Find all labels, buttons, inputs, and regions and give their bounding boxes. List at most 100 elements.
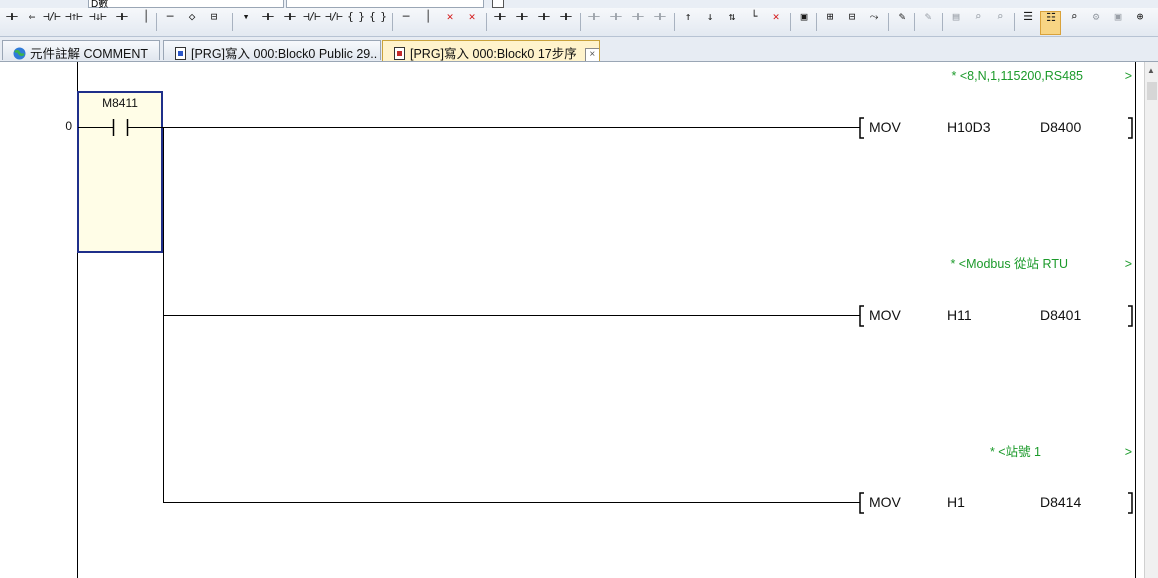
toolbar-separator xyxy=(790,13,791,31)
instruction-operand-2[interactable]: D8401 xyxy=(1040,307,1081,323)
rise-contact-icon[interactable]: ⊣↑⊢ xyxy=(64,11,83,33)
saf7-contact-icon[interactable]: ⊣⊢ xyxy=(628,11,647,33)
program-file-icon xyxy=(174,47,187,60)
rung-3: * <站號 1 > MOV H1 D8414 xyxy=(164,444,1133,514)
f6-contact-icon[interactable]: ⊣/⊢ xyxy=(302,11,321,33)
toolbar-separator xyxy=(1014,13,1015,31)
toolbar-separator xyxy=(914,13,915,31)
parallel-contact-icon[interactable]: ⊣⊢ xyxy=(112,11,131,33)
toolbar-separator xyxy=(888,13,889,31)
comment-edit-icon[interactable]: ✎ xyxy=(918,11,937,33)
rung-comment: * <8,N,1,115200,RS485 xyxy=(952,69,1084,83)
top-toolbar-strip: D數 xyxy=(0,0,1158,8)
jump-icon[interactable]: ⤳ xyxy=(864,11,883,33)
input-contact-icon[interactable]: ⊣⊢ xyxy=(2,11,21,33)
af8-contact-icon[interactable]: ⊣⊢ xyxy=(556,11,575,33)
cf9-delete-icon[interactable]: ✕ xyxy=(440,11,459,33)
saf6-contact-icon[interactable]: ⊣⊢ xyxy=(606,11,625,33)
instruction-operand-2[interactable]: D8400 xyxy=(1040,119,1081,135)
instruction-operand-1[interactable]: H10D3 xyxy=(947,119,991,135)
f10-line-icon[interactable]: └ xyxy=(744,11,763,33)
sf6-contact-icon[interactable]: ⊣/⊢ xyxy=(324,11,343,33)
insert-rung-icon[interactable]: ⊞ xyxy=(820,11,839,33)
globe-icon xyxy=(13,47,26,60)
vertical-line-icon[interactable]: │ xyxy=(136,11,155,33)
ladder-view-icon[interactable]: ☰ xyxy=(1018,11,1037,33)
ladder-editor[interactable]: 0 M8411 * <8,N,1,115200,RS485 > MOV H10D… xyxy=(0,62,1158,578)
instruction-left-bracket xyxy=(859,117,864,139)
toolbar-overflow-icon[interactable]: ▾ xyxy=(236,11,255,33)
tab-public-program-label: [PRG]寫入 000:Block0 Public 29.. xyxy=(191,47,378,60)
tab-comment[interactable]: 元件註解 COMMENT xyxy=(2,40,160,60)
close-icon[interactable]: × xyxy=(584,48,599,61)
toolbar-separator xyxy=(232,13,233,31)
delete-rung-icon[interactable]: ⊟ xyxy=(842,11,861,33)
tab-comment-label: 元件註解 COMMENT xyxy=(30,47,149,60)
toolbar-separator xyxy=(674,13,675,31)
comment-view-icon[interactable]: ☷ xyxy=(1040,11,1061,35)
fall-contact-icon[interactable]: ⊣↓⊢ xyxy=(88,11,107,33)
instruction-operand-2[interactable]: D8414 xyxy=(1040,494,1081,510)
rung-comment-end: > xyxy=(1125,445,1132,459)
print-icon[interactable]: ▣ xyxy=(1108,11,1127,33)
zoom-icon[interactable]: ⊕ xyxy=(1130,11,1149,33)
checkbox-icon[interactable] xyxy=(492,0,504,8)
sf9-line-icon[interactable]: │ xyxy=(418,11,437,33)
saf8-contact-icon[interactable]: ⊣⊢ xyxy=(650,11,669,33)
scrollbar-thumb[interactable] xyxy=(1147,82,1157,100)
instruction-operand-1[interactable]: H1 xyxy=(947,494,965,510)
rung-2: * <Modbus 從站 RTU > MOV H11 D8401 xyxy=(164,257,1133,327)
toolbar-separator xyxy=(580,13,581,31)
document-icon[interactable]: ▤ xyxy=(946,11,965,33)
tab-active-program[interactable]: [PRG]寫入 000:Block0 17步序 × xyxy=(382,40,600,61)
coil-icon[interactable]: ◇ xyxy=(182,11,201,33)
find-next-icon[interactable]: ⌕ xyxy=(990,11,1009,33)
instruction-right-bracket xyxy=(1128,492,1133,514)
af9-delete-icon[interactable]: ✕ xyxy=(766,11,785,33)
f7-coil-icon[interactable]: { } xyxy=(346,11,365,33)
af7-contact-icon[interactable]: ⊣⊢ xyxy=(534,11,553,33)
f9-line-icon[interactable]: ─ xyxy=(396,11,415,33)
rung-comment: * <Modbus 從站 RTU xyxy=(950,257,1068,271)
function-block-icon[interactable]: ⊟ xyxy=(204,11,223,33)
output-coil-icon[interactable]: ⇐ xyxy=(22,11,41,33)
toolbar-separator xyxy=(156,13,157,31)
instruction-right-bracket xyxy=(1128,305,1133,327)
device-list-icon[interactable]: ▣ xyxy=(794,11,813,33)
program-file-icon xyxy=(393,47,406,60)
horizontal-line-icon[interactable]: ─ xyxy=(160,11,179,33)
saf5-contact-icon[interactable]: ⊣⊢ xyxy=(584,11,603,33)
tab-public-program[interactable]: [PRG]寫入 000:Block0 Public 29.. xyxy=(163,40,381,60)
find-icon[interactable]: ⌕ xyxy=(968,11,987,33)
device-combo[interactable]: D數 xyxy=(88,0,284,8)
device-input[interactable] xyxy=(286,0,484,8)
rung-comment: * <站號 1 xyxy=(990,444,1041,459)
monitor-icon[interactable]: ⌕ xyxy=(1064,11,1083,33)
settings-icon[interactable]: ⚙ xyxy=(1086,11,1105,33)
selected-cell-cursor[interactable] xyxy=(77,91,163,253)
f8-instruction-icon[interactable]: { } xyxy=(368,11,387,33)
instruction-operand-1[interactable]: H11 xyxy=(947,307,972,323)
af5-rise-icon[interactable]: ↑ xyxy=(678,11,697,33)
toolbar-separator xyxy=(486,13,487,31)
f5-contact-icon[interactable]: ⊣⊢ xyxy=(258,11,277,33)
rung-comment-end: > xyxy=(1125,69,1132,83)
vertical-scrollbar[interactable]: ▲ xyxy=(1144,62,1158,578)
contact-label: M8411 xyxy=(102,96,138,110)
caf10-invert-icon[interactable]: ⇅ xyxy=(722,11,741,33)
comment-add-icon[interactable]: ✎ xyxy=(892,11,911,33)
sf8-contact-icon[interactable]: ⊣⊢ xyxy=(512,11,531,33)
sf7-contact-icon[interactable]: ⊣⊢ xyxy=(490,11,509,33)
scroll-up-icon[interactable]: ▲ xyxy=(1147,66,1155,75)
cf10-delete-icon[interactable]: ✕ xyxy=(462,11,481,33)
toolbar-separator xyxy=(942,13,943,31)
toolbar-separator xyxy=(392,13,393,31)
instruction-name[interactable]: MOV xyxy=(869,494,902,510)
instruction-name[interactable]: MOV xyxy=(869,119,902,135)
caf5-fall-icon[interactable]: ↓ xyxy=(700,11,719,33)
toolbar-separator xyxy=(816,13,817,31)
instruction-name[interactable]: MOV xyxy=(869,307,902,323)
sf5-contact-icon[interactable]: ⊣⊢ xyxy=(280,11,299,33)
nc-contact-icon[interactable]: ⊣/⊢ xyxy=(42,11,61,33)
tab-active-program-label: [PRG]寫入 000:Block0 17步序 xyxy=(410,47,577,61)
